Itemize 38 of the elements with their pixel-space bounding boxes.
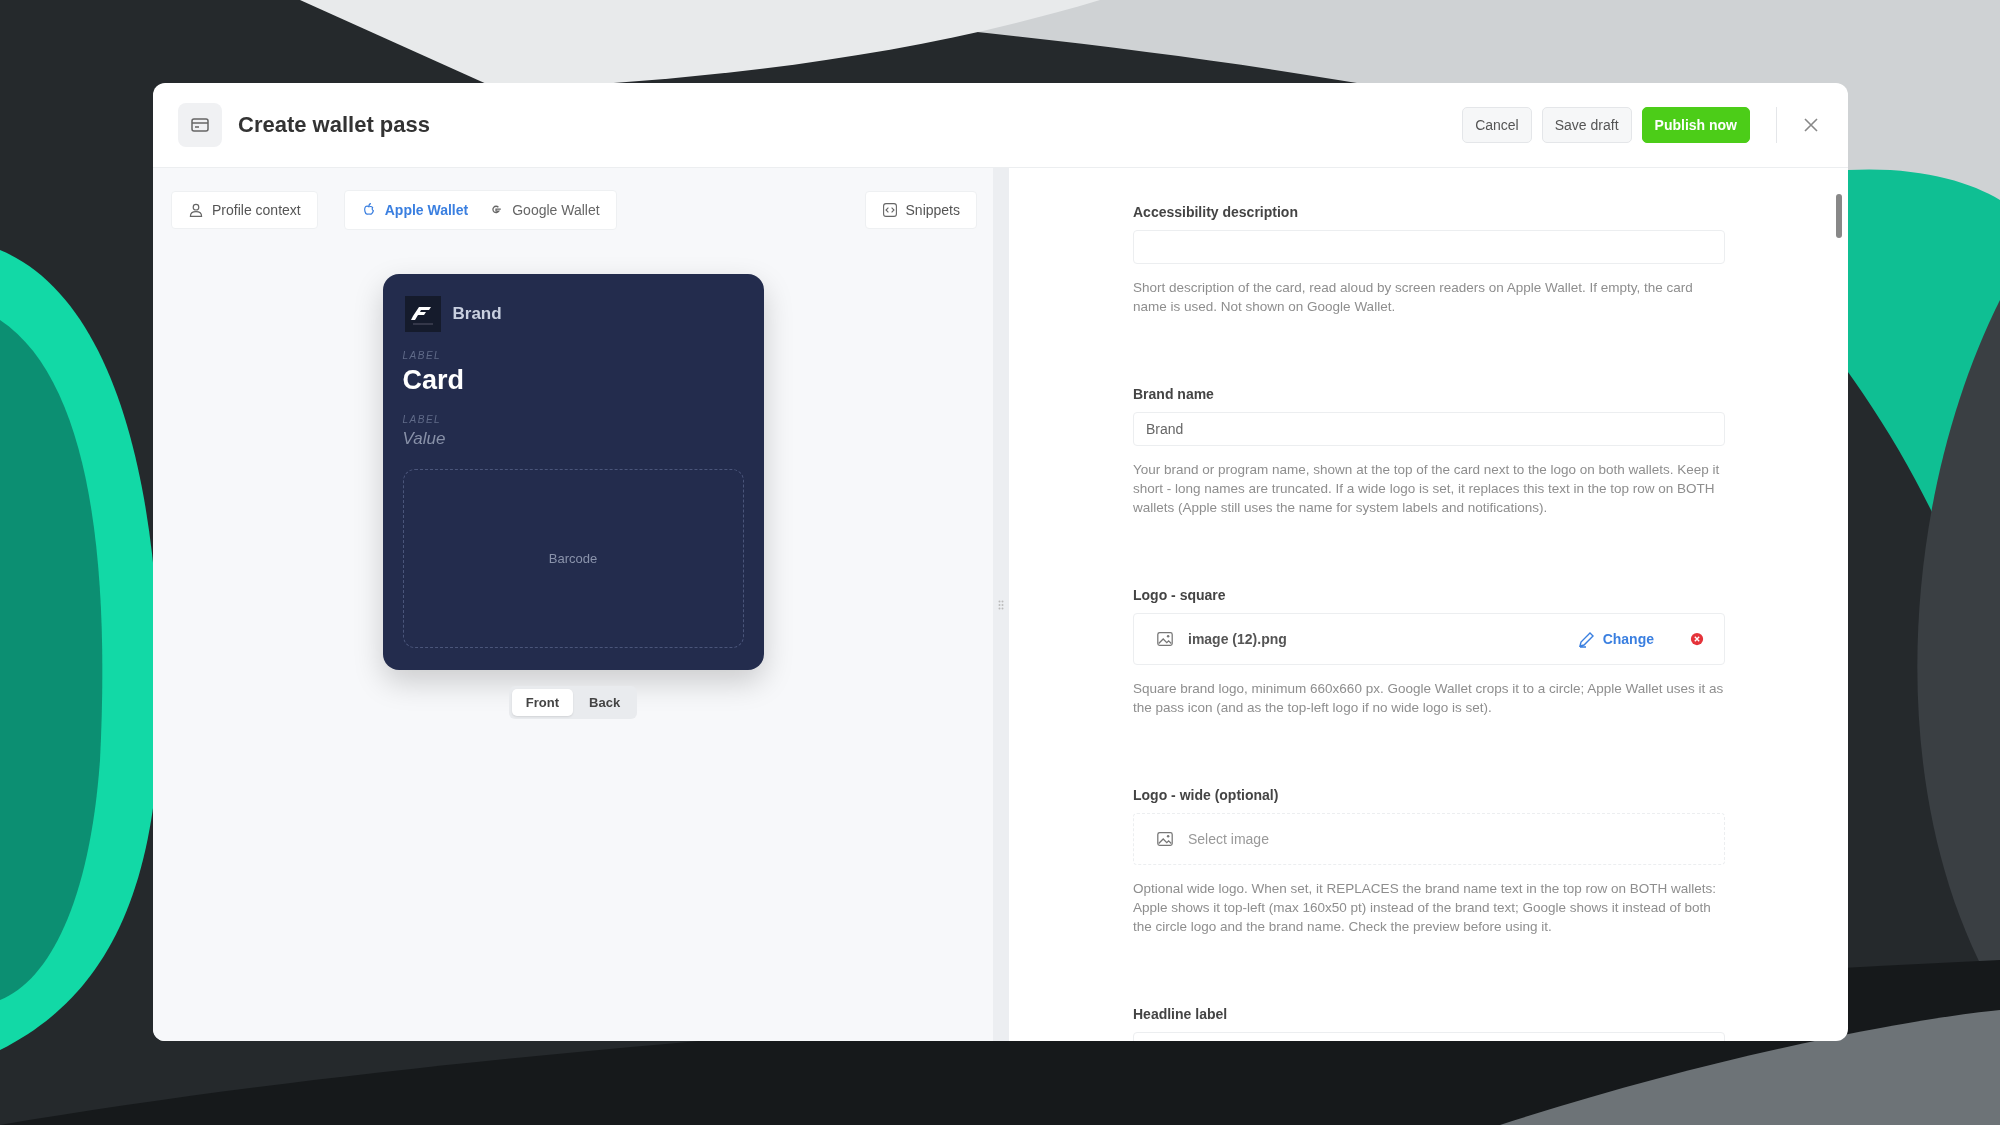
person-icon	[188, 202, 204, 218]
card-name: Card	[402, 365, 465, 396]
header-button[interactable]: Cancel	[1462, 107, 1532, 143]
card-field-label: LABEL	[402, 414, 443, 425]
card-icon	[190, 115, 210, 135]
field-label: Headline label	[1133, 1006, 1229, 1022]
wallet-tab[interactable]: Google Wallet	[478, 193, 610, 227]
side-tab[interactable]: Back	[575, 689, 635, 716]
help-text: Optional wide logo. When set, it REPLACES the brand name text in the top row on BOTH wallets: Apple shows it top-left (max 160x50 pt) instead of the brand text; Google shows it instead of both the circle logo and the brand name. Check the preview before using it.	[1133, 880, 1718, 936]
field-label: Accessibility description	[1133, 204, 1299, 220]
side-tab[interactable]: Front	[511, 689, 574, 716]
field-label: Logo - wide (optional)	[1133, 787, 1280, 803]
card-field-value: Value	[402, 429, 447, 449]
profile-context-button[interactable]: Profile context	[171, 191, 318, 229]
header-button[interactable]: Save draft	[1541, 107, 1632, 143]
help-text: Your brand or program name, shown at the top of the card next to the logo on both wallets. Keep it short - long names are truncated. If a wide logo is set, it replaces this text in the top row on BOTH wallets (Apple still uses the name for system labels and notifications).	[1133, 461, 1721, 517]
wallet-tab[interactable]: Apple Wallet	[350, 193, 479, 227]
file-name: image (12).png	[1188, 631, 1288, 647]
snippets-button[interactable]: Snippets	[864, 191, 977, 229]
field-label: Logo - square	[1133, 587, 1227, 603]
scrollbar[interactable]	[1836, 194, 1842, 238]
change-link[interactable]: Change	[1570, 628, 1660, 650]
file-field[interactable]: image (12).png Change	[1133, 613, 1725, 665]
placeholder-text: Select image	[1188, 831, 1270, 847]
code-icon	[881, 202, 898, 218]
image-icon	[1156, 630, 1174, 648]
drag-handle-icon[interactable]	[998, 599, 1004, 610]
remove-icon[interactable]	[1690, 632, 1704, 646]
card-brand: Brand	[452, 304, 502, 324]
help-text: Square brand logo, minimum 660x660 px. Google Wallet crops it to a circle; Apple Wallet uses it as the pass icon (and as the top-left logo if no wide logo is set).	[1133, 680, 1725, 717]
field-label: Brand name	[1133, 386, 1215, 402]
card-field-label: LABEL	[402, 350, 443, 361]
image-icon	[1156, 830, 1174, 848]
text-field[interactable]: Brand	[1133, 412, 1725, 446]
logo-icon	[404, 296, 441, 332]
barcode-label: Barcode	[548, 551, 598, 566]
window-title: Create wallet pass	[238, 112, 431, 138]
help-text: Short description of the card, read aloud by screen readers on Apple Wallet. If empty, the card name is used. Not shown on Google Wallet.	[1133, 279, 1694, 316]
